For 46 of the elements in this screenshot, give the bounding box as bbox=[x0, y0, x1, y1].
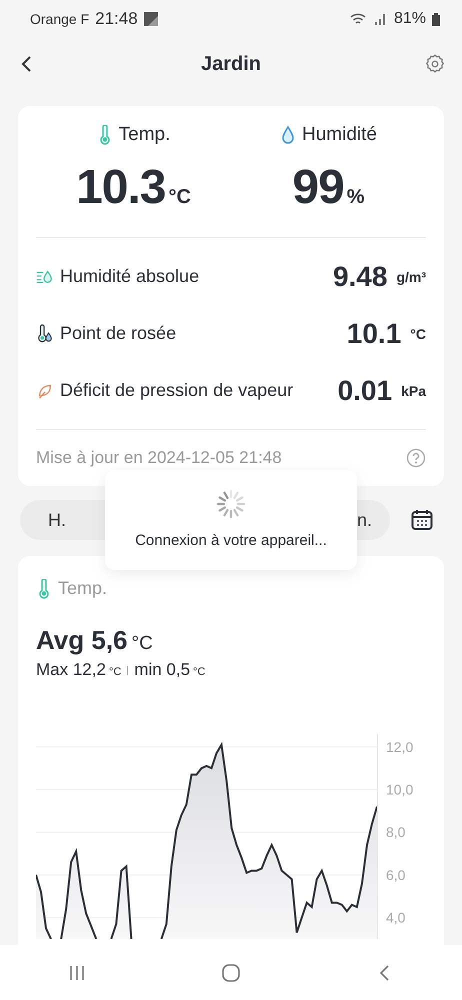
signal-icon bbox=[374, 12, 388, 26]
metric-label: Humidité bbox=[302, 124, 377, 146]
metric-label: Point de rosée bbox=[60, 323, 178, 344]
metric-unit: % bbox=[346, 186, 365, 209]
update-time: Mise à jour en 2024-12-05 21:48 bbox=[36, 448, 283, 468]
battery-level: 81% bbox=[394, 10, 426, 28]
period-tab[interactable]: n. bbox=[356, 506, 372, 534]
period-tab[interactable]: H. bbox=[48, 506, 66, 534]
calendar-icon[interactable] bbox=[410, 508, 434, 532]
metric-unit: kPa bbox=[401, 382, 426, 398]
metric-unit: °C bbox=[410, 326, 426, 342]
home-icon[interactable] bbox=[220, 962, 242, 984]
metric-value: 0.01 bbox=[338, 374, 392, 406]
average-unit: °C bbox=[132, 633, 153, 655]
metric-value: 10.3 bbox=[76, 160, 166, 215]
water-drop-icon bbox=[280, 125, 296, 145]
thermometer-drop-icon bbox=[36, 324, 54, 344]
metric-value: 99 bbox=[292, 160, 344, 215]
max-value: Max 12,2 bbox=[36, 660, 106, 680]
axis-label: 10,0 bbox=[386, 782, 414, 798]
notification-icon bbox=[144, 12, 158, 26]
max-unit: °C bbox=[108, 666, 122, 678]
average-value: Avg 5,6 bbox=[36, 625, 128, 656]
wifi-icon bbox=[350, 12, 368, 26]
history-label: Temp. bbox=[58, 578, 108, 599]
dialog-message: Connexion à votre appareil... bbox=[135, 532, 327, 549]
metric-unit: g/m³ bbox=[396, 268, 426, 284]
settings-icon[interactable] bbox=[424, 53, 446, 75]
clock: 21:48 bbox=[95, 9, 138, 29]
carrier: Orange F bbox=[30, 11, 90, 27]
spinner-icon bbox=[215, 488, 247, 520]
min-unit: °C bbox=[193, 666, 206, 678]
page-title: Jardin bbox=[200, 52, 262, 76]
metric-label: Humidité absolue bbox=[60, 266, 200, 287]
metric-label: Déficit de pression de vapeur bbox=[60, 380, 294, 401]
metric-value: 10.1 bbox=[346, 318, 402, 350]
axis-label: 8,0 bbox=[386, 824, 406, 840]
metric-label: Temp. bbox=[118, 124, 170, 146]
metric-unit: °C bbox=[168, 186, 191, 209]
battery-icon bbox=[432, 12, 440, 26]
metric-value: 9.48 bbox=[332, 260, 388, 292]
axis-label: 6,0 bbox=[386, 866, 406, 883]
min-value: min 0,5 bbox=[134, 660, 190, 680]
axis-label: 4,0 bbox=[386, 910, 406, 926]
help-icon[interactable] bbox=[406, 448, 426, 468]
axis-label: 12,0 bbox=[386, 738, 414, 755]
